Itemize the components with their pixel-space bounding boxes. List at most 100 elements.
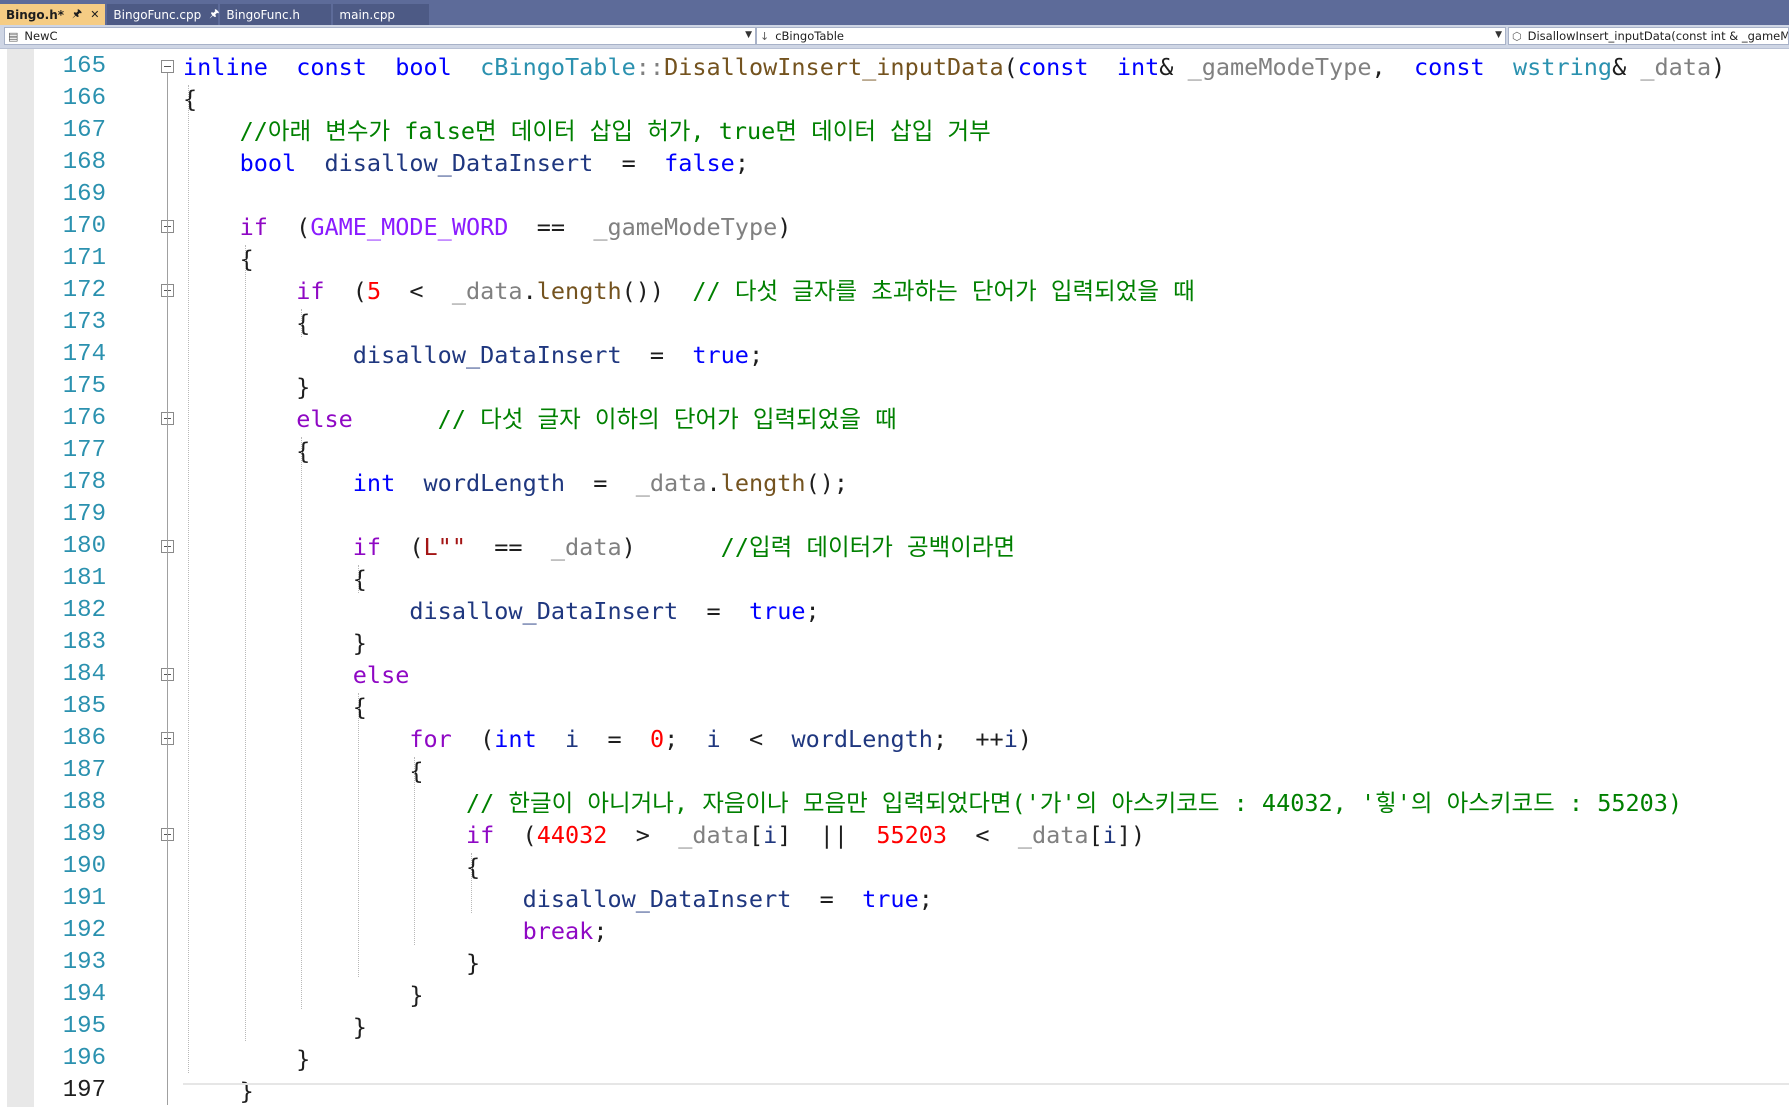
scope-dropdown[interactable]: ↓ cBingoTable ▼ [756, 27, 1506, 45]
code-token: { [183, 85, 198, 113]
code-token: { [183, 309, 311, 337]
code-text: { [183, 755, 423, 787]
code-line[interactable]: 168 bool disallow_DataInsert = false; [0, 147, 1789, 179]
code-line[interactable]: 184 else [0, 659, 1789, 691]
code-line[interactable]: 167 //아래 변수가 false면 데이터 삽입 허가, true면 데이터… [0, 115, 1789, 147]
code-line[interactable]: 173 { [0, 307, 1789, 339]
code-token: > [607, 821, 679, 849]
code-token: = [579, 725, 650, 753]
code-line[interactable]: 170 if (GAME_MODE_WORD == _gameModeType) [0, 211, 1789, 243]
code-token: i [565, 725, 580, 753]
code-line[interactable]: 180 if (L"" == _data) //입력 데이터가 공백이라면 [0, 531, 1789, 563]
code-line[interactable]: 183 } [0, 627, 1789, 659]
line-number: 177 [62, 437, 106, 464]
indent-guide [471, 853, 472, 913]
code-token: const [1017, 53, 1089, 81]
code-token: < [947, 821, 1018, 849]
code-token: = [565, 469, 636, 497]
line-number: 187 [62, 757, 106, 784]
code-token: ]) [1116, 821, 1146, 849]
code-token: [ [748, 821, 764, 849]
code-token: ; [748, 341, 764, 369]
pin-icon[interactable]: 🖈︎ [209, 5, 219, 24]
collapse-toggle-icon[interactable] [161, 60, 174, 73]
code-text: } [183, 1011, 367, 1043]
tab-bingofunc-h[interactable]: BingoFunc.h [220, 4, 332, 25]
code-token: i [1003, 725, 1018, 753]
code-line[interactable]: 181 { [0, 563, 1789, 595]
code-token: ()) [621, 277, 693, 305]
tab-label: main.cpp [339, 7, 396, 22]
code-line[interactable]: 196 } [0, 1043, 1789, 1075]
code-token: ( [324, 277, 367, 305]
code-line[interactable]: 179 [0, 499, 1789, 531]
code-token: i [1102, 821, 1117, 849]
code-line[interactable]: 195 } [0, 1011, 1789, 1043]
code-line[interactable]: 194 } [0, 979, 1789, 1011]
code-token: ; [918, 885, 933, 913]
line-number: 166 [62, 85, 106, 112]
code-line[interactable]: 169 [0, 179, 1789, 211]
code-token: inline [183, 53, 268, 81]
project-dropdown[interactable]: ▤ NewC ▼ [4, 27, 756, 45]
code-line[interactable]: 176 else // 다섯 글자 이하의 단어가 입력되었을 때 [0, 403, 1789, 435]
code-line[interactable]: 193 } [0, 947, 1789, 979]
code-token: i [706, 725, 721, 753]
code-text: { [183, 435, 310, 467]
tab-main-cpp[interactable]: main.cpp [333, 4, 430, 25]
code-line[interactable]: 192 break; [0, 915, 1789, 947]
code-line[interactable]: 186 for (int i = 0; i < wordLength; ++i) [0, 723, 1789, 755]
code-line[interactable]: 177 { [0, 435, 1789, 467]
member-dropdown[interactable]: ⬡ DisallowInsert_inputData(const int & _… [1508, 27, 1789, 45]
code-line[interactable]: 187 { [0, 755, 1789, 787]
indent-guide [414, 757, 416, 945]
code-line[interactable]: 172 if (5 < _data.length()) // 다섯 글자를 초과… [0, 275, 1789, 307]
code-line[interactable]: 175 } [0, 371, 1789, 403]
indent-guide [301, 437, 303, 1009]
code-token: 44032 [536, 821, 608, 849]
code-token: } [183, 1045, 311, 1073]
code-editor[interactable]: 165 inline const bool cBingoTable::Disall… [0, 49, 1789, 1107]
code-line[interactable]: 171 { [0, 243, 1789, 275]
indent-guide [357, 565, 359, 593]
line-number: 168 [62, 149, 106, 176]
code-text: } [183, 371, 310, 403]
code-token: ; [593, 917, 608, 945]
line-number: 176 [62, 405, 106, 432]
code-line[interactable]: 182 disallow_DataInsert = true; [0, 595, 1789, 627]
code-token: for [409, 725, 452, 753]
line-number: 186 [62, 725, 106, 752]
indent-guide [244, 245, 246, 1041]
code-line[interactable]: 166 { [0, 83, 1789, 115]
code-line[interactable]: 188 // 한글이 아니거나, 자음이나 모음만 입력되었다면('가'의 아스… [0, 787, 1789, 819]
code-token: } [183, 373, 311, 401]
code-text: { [183, 243, 254, 275]
code-token: true [748, 597, 806, 625]
code-line[interactable]: 185 { [0, 691, 1789, 723]
pin-icon[interactable]: 🖈︎ [72, 5, 82, 24]
line-number: 171 [62, 245, 106, 272]
code-token: ( [381, 533, 424, 561]
project-icon: ▤ [8, 29, 19, 43]
code-token: _data [678, 821, 749, 849]
code-line[interactable]: 191 disallow_DataInsert = true; [0, 883, 1789, 915]
code-token: wordLength [791, 725, 933, 753]
tab-label: BingoFunc.h [226, 7, 301, 22]
code-line[interactable]: 178 int wordLength = _data.length(); [0, 467, 1789, 499]
code-token: & [1612, 53, 1641, 81]
tab-bingofunc-cpp[interactable]: BingoFunc.cpp 🖈︎ [107, 4, 219, 25]
close-icon[interactable]: ✕ [90, 8, 99, 21]
code-line[interactable]: 190 { [0, 851, 1789, 883]
code-line[interactable]: 189 if (44032 > _data[i] || 55203 < _dat… [0, 819, 1789, 851]
tab-label: Bingo.h* [6, 7, 65, 22]
code-token: int [494, 725, 537, 753]
tab-bingo-h[interactable]: Bingo.h* 🖈︎ ✕ [0, 4, 106, 25]
code-line[interactable]: 165 inline const bool cBingoTable::Disall… [0, 51, 1789, 83]
code-line[interactable]: 174 disallow_DataInsert = true; [0, 339, 1789, 371]
